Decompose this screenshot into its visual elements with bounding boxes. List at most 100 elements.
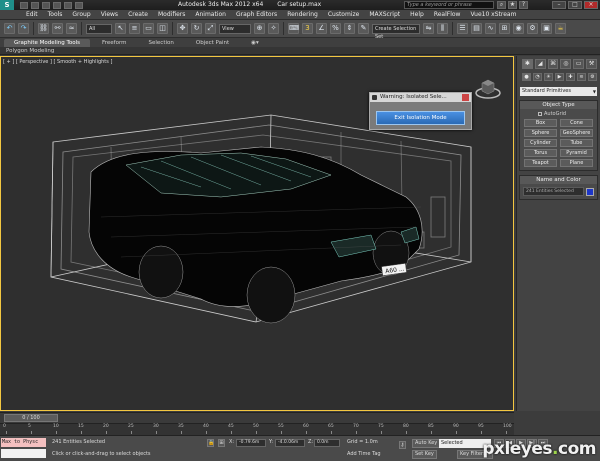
name-and-color-rollout-header[interactable]: Name and Color [520,176,597,184]
undo-icon[interactable] [53,1,61,9]
reference-coordinate-dropdown[interactable]: View [219,23,251,34]
subscription-icon[interactable]: ★ [508,1,517,9]
tab-selection[interactable]: Selection [139,39,184,47]
menu-item[interactable]: Modifiers [158,11,185,18]
cylinder-button[interactable]: Cylinder [524,139,557,147]
search-input[interactable]: Type a keyword or phrase [404,1,494,9]
help-icon[interactable]: ? [519,1,528,9]
schematic-view-icon[interactable]: ⊞ [499,23,510,34]
layer-manager-icon[interactable]: ☰ [457,23,468,34]
new-file-icon[interactable] [20,1,28,9]
menu-item[interactable]: Create [128,11,148,18]
viewport-label[interactable]: [ + ] [ Perspective ] [ Smooth + Highlig… [3,59,112,65]
sphere-button[interactable]: Sphere [524,129,557,137]
modify-tab-icon[interactable]: ◢ [534,59,546,69]
set-key-button[interactable]: Set Key [412,450,437,459]
track-bar[interactable]: 0 5 10 15 20 25 30 35 40 45 50 55 60 65 70 75 80 85 90 95 10… [0,423,514,435]
render-production-icon[interactable]: ☕ [555,23,566,34]
select-object-icon[interactable]: ↖ [115,23,126,34]
percent-snap-icon[interactable]: % [330,23,341,34]
checkbox-icon[interactable] [538,111,542,116]
selection-region-icon[interactable]: ▭ [143,23,154,34]
hierarchy-tab-icon[interactable]: ⌘ [547,59,559,69]
menu-item[interactable]: Tools [48,11,63,18]
select-by-name-icon[interactable]: ≡ [129,23,140,34]
lights-icon[interactable]: ☀ [544,73,553,81]
cameras-icon[interactable]: ▶ [555,73,564,81]
material-editor-icon[interactable]: ◉ [513,23,524,34]
tube-button[interactable]: Tube [560,139,593,147]
search-icon[interactable]: ⌕ [497,1,506,9]
menu-item[interactable]: Views [101,11,118,18]
named-selection-sets-dropdown[interactable]: Create Selection Set [372,23,420,40]
bind-space-warp-icon[interactable]: ≈ [66,23,77,34]
shapes-icon[interactable]: ◔ [533,73,542,81]
select-manipulate-icon[interactable]: ✧ [268,23,279,34]
render-setup-icon[interactable]: ⚙ [527,23,538,34]
align-icon[interactable]: ⫼ [437,23,448,34]
app-menu-logo-icon[interactable]: S [0,0,14,10]
angle-snap-icon[interactable]: ∠ [316,23,327,34]
dialog-title-bar[interactable]: Warning: Isolated Sele... [370,93,471,102]
object-type-rollout-header[interactable]: Object Type [520,101,597,109]
menu-item[interactable]: Customize [328,11,360,18]
viewcube-icon[interactable] [475,75,501,101]
minimize-icon[interactable]: – [552,1,566,9]
project-folder-icon[interactable] [75,1,83,9]
object-name-field[interactable]: 241 Entities Selected [523,187,584,196]
display-tab-icon[interactable]: ▭ [573,59,585,69]
primitive-category-dropdown[interactable]: Standard Primitives [520,87,597,96]
menu-item[interactable]: Vue10 xStream [470,11,516,18]
time-slider-thumb[interactable]: 0 / 100 [4,414,58,422]
snaps-toggle-icon[interactable]: 3 [302,23,313,34]
unlink-icon[interactable]: ⚯ [52,23,63,34]
isolation-warning-dialog[interactable]: Warning: Isolated Sele... Exit Isolation… [369,92,472,130]
plane-button[interactable]: Plane [560,159,593,167]
auto-key-button[interactable]: Auto Key [412,439,441,448]
ribbon-options-icon[interactable]: ◉▾ [241,39,269,47]
rendered-frame-window-icon[interactable]: ▣ [541,23,552,34]
teapot-button[interactable]: Teapot [524,159,557,167]
rotate-icon[interactable]: ↻ [191,23,202,34]
y-coordinate-field[interactable]: -4.0.06m [275,439,305,447]
time-slider[interactable]: 0 / 100 [0,412,514,423]
ribbon-panel-polygon-modeling[interactable]: Polygon Modeling [0,47,600,55]
z-coordinate-field[interactable]: 0.0m [314,439,340,447]
menu-item[interactable]: Animation [195,11,226,18]
redo-icon[interactable] [64,1,72,9]
selection-filter-dropdown[interactable]: All [86,23,112,34]
window-crossing-icon[interactable]: ◫ [157,23,168,34]
edit-named-selection-icon[interactable]: ✎ [358,23,369,34]
utilities-tab-icon[interactable]: ⚒ [586,59,597,69]
create-tab-icon[interactable]: ✱ [522,59,533,69]
motion-tab-icon[interactable]: ◎ [560,59,572,69]
menu-item[interactable]: Group [72,11,90,18]
autogrid-checkbox[interactable]: AutoGrid [538,111,597,117]
maxscript-output-field[interactable] [1,449,46,458]
close-icon[interactable]: × [584,1,598,9]
add-time-tag-button[interactable]: Add Time Tag [347,451,381,457]
selection-lock-icon[interactable]: 🔒 [207,439,214,447]
open-file-icon[interactable] [31,1,39,9]
pyramid-button[interactable]: Pyramid [560,149,593,157]
space-warps-icon[interactable]: ≋ [577,73,586,81]
absolute-mode-icon[interactable]: ⊞ [218,439,225,447]
x-coordinate-field[interactable]: -0.79.6m [236,439,266,447]
menu-item[interactable]: RealFlow [434,11,461,18]
undo-icon[interactable]: ↶ [4,23,15,34]
close-icon[interactable] [462,94,469,101]
pivot-center-icon[interactable]: ⊕ [254,23,265,34]
tab-object-paint[interactable]: Object Paint [186,39,239,47]
object-color-swatch[interactable] [586,187,594,196]
menu-item[interactable]: Rendering [287,11,318,18]
save-file-icon[interactable] [42,1,50,9]
helpers-icon[interactable]: ✚ [566,73,575,81]
keyboard-shortcut-override-icon[interactable]: ⌨ [288,23,299,34]
key-icon[interactable]: ⚷ [399,441,406,449]
geometry-icon[interactable]: ● [522,73,531,81]
maximize-icon[interactable]: □ [568,1,582,9]
menu-item[interactable]: Edit [26,11,38,18]
exit-isolation-mode-button[interactable]: Exit Isolation Mode [376,111,465,125]
tab-freeform[interactable]: Freeform [92,39,137,47]
scale-icon[interactable]: ⤢ [205,23,216,34]
